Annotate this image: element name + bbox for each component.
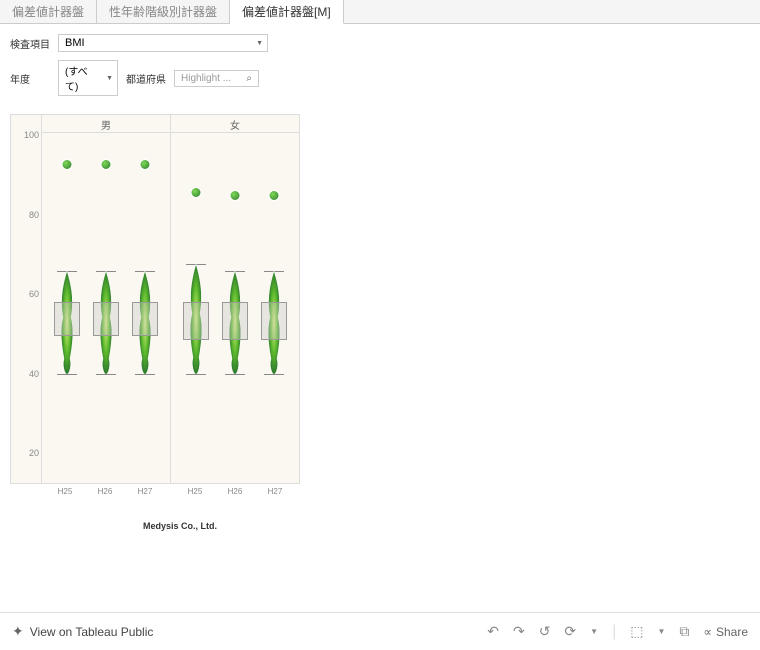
x-tick: H26 [98,487,113,506]
pref-label: 都道府県 [126,71,166,86]
footer-toolbar: ✦ View on Tableau Public ↶ ↷ ↺ ⟳ ▼ | ⬚ ▼… [0,612,760,650]
x-tick: H25 [58,487,73,506]
panel-header-male: 男 [42,115,170,133]
revert-icon[interactable]: ↺ [539,623,551,640]
x-axis: H25 H26 H27 H25 H26 H27 [10,484,300,506]
tableau-icon: ✦ [12,623,24,640]
metric-value: BMI [65,37,85,49]
chart-area[interactable]: 100 80 60 40 20 男 [10,114,300,484]
whisker-cap [96,374,116,375]
outlier-point[interactable] [100,159,111,170]
outlier-point[interactable] [229,190,240,201]
metric-label: 検査項目 [10,36,50,51]
plot-area: 男 女 [41,115,299,483]
view-label: View on Tableau Public [30,625,154,639]
panel-female: 女 [170,115,299,483]
tabs-container: 偏差値計器盤 性年齢階級別計器盤 偏差値計器盤[M] [0,0,760,24]
x-tick: H27 [138,487,153,506]
search-placeholder: Highlight ... [181,73,231,84]
panel-body-female [171,133,299,460]
attribution: Medysis Co., Ltd. [60,521,300,531]
y-tick: 100 [11,130,39,140]
panel-header-female: 女 [171,115,299,133]
outlier-point[interactable] [190,187,201,198]
separator: | [612,623,616,641]
undo-icon[interactable]: ↶ [487,623,499,640]
tab-hensachi-m[interactable]: 偏差値計器盤[M] [230,0,344,24]
box [222,302,248,340]
year-label: 年度 [10,71,50,86]
search-icon: ⌕ [246,73,252,84]
y-axis: 100 80 60 40 20 [11,115,41,483]
share-button[interactable]: ∝ Share [703,625,748,639]
y-tick: 80 [11,210,39,220]
dropdown-icon[interactable]: ▼ [590,627,598,636]
x-tick: H27 [268,487,283,506]
whisker-cap [264,374,284,375]
year-dropdown[interactable]: (すべて) [58,60,118,96]
chart-container: 100 80 60 40 20 男 [0,109,310,536]
device-icon[interactable]: ⬚ [630,623,643,640]
whisker-cap [135,374,155,375]
whisker-cap [186,374,206,375]
panel-body-male [42,133,170,460]
box [183,302,209,340]
whisker-cap [57,374,77,375]
fullscreen-icon[interactable]: ⧉ [679,623,689,640]
box [261,302,287,340]
view-on-tableau-link[interactable]: ✦ View on Tableau Public [12,623,153,640]
year-value: (すべて) [65,63,97,93]
y-tick: 20 [11,448,39,458]
refresh-icon[interactable]: ⟳ [564,623,576,640]
box-column[interactable] [181,133,211,460]
box [132,302,158,336]
outlier-point[interactable] [140,159,151,170]
box-column[interactable] [91,133,121,460]
box-column[interactable] [52,133,82,460]
y-tick: 60 [11,289,39,299]
filter-controls: 検査項目 BMI 年度 (すべて) 都道府県 Highlight ... ⌕ [0,24,760,109]
box-column[interactable] [259,133,289,460]
redo-icon[interactable]: ↷ [513,623,525,640]
tab-hensachi[interactable]: 偏差値計器盤 [0,0,97,23]
share-label: Share [716,625,748,639]
box [93,302,119,336]
x-tick: H26 [228,487,243,506]
y-tick: 40 [11,369,39,379]
share-icon: ∝ [703,625,712,639]
panel-male: 男 [41,115,170,483]
box-column[interactable] [220,133,250,460]
outlier-point[interactable] [61,159,72,170]
box-column[interactable] [130,133,160,460]
prefecture-search[interactable]: Highlight ... ⌕ [174,70,259,87]
box [54,302,80,336]
metric-dropdown[interactable]: BMI [58,34,268,52]
x-tick: H25 [188,487,203,506]
dropdown-icon-2[interactable]: ▼ [657,627,665,636]
outlier-point[interactable] [269,190,280,201]
tab-age-class[interactable]: 性年齢階級別計器盤 [97,0,230,23]
whisker-cap [225,374,245,375]
